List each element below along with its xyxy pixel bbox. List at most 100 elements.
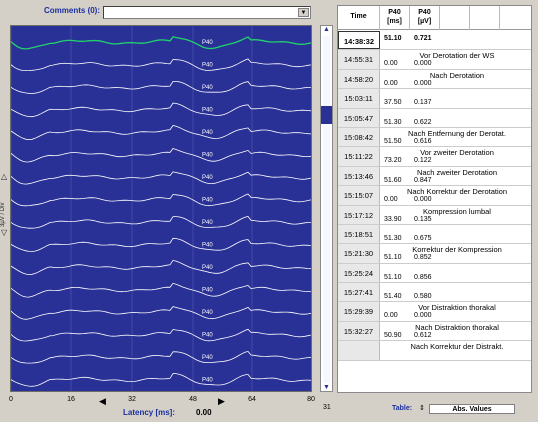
table-row[interactable]: 14:58:20 Nach Derotation 0.00 0.000 [338,69,531,90]
table-row[interactable]: 15:03:11 37.50 0.137 [338,89,531,109]
row-time[interactable]: 15:15:07 [338,186,380,205]
table-row[interactable]: 14:38:32 51.10 0.721 [338,31,531,51]
table-row[interactable]: 15:27:41 51.40 0.580 [338,283,531,303]
row-time[interactable]: 15:21:30 [338,244,380,263]
header-p40-ms[interactable]: P40 [ms] [380,6,410,30]
row-time[interactable]: 15:25:24 [338,263,380,283]
spinner-icon[interactable]: ⇕ [419,404,425,412]
waveform-trace [11,102,311,118]
scroll-thumb[interactable] [321,106,332,124]
table-row[interactable]: 15:25:24 51.10 0.856 [338,263,531,284]
row-p40-ms: 50.90 [384,331,402,339]
scroll-down-icon[interactable]: ▼ [322,384,331,391]
row-comment: Kompression lumbal [423,206,491,216]
peak-marker-label: P40 [202,333,213,339]
row-p40-uv: 0.675 [414,234,432,242]
prev-arrow-icon[interactable]: ◀ [99,396,106,407]
row-p40-ms: 51.50 [384,137,402,145]
table-row[interactable]: 15:21:30 Korrektur der Kompression 51.10 0.… [338,244,531,264]
table-mode-select[interactable]: Abs. Values [429,404,515,414]
waveform-trace [11,171,311,185]
row-p40-uv: 0.000 [414,312,432,320]
table-row[interactable]: 15:08:42 Nach Entfernung der Derotat. 51.5… [338,127,531,148]
row-p40-uv: 0.135 [414,215,432,223]
table-row[interactable]: 15:15:07 Nach Korrektur der Derotation 0.0… [338,186,531,206]
row-p40-uv: 0.000 [414,60,432,68]
peak-marker-label: P40 [202,378,213,384]
row-time[interactable]: 15:13:46 [338,166,380,186]
waveform-trace [11,259,311,275]
row-time[interactable]: 15:03:11 [338,89,380,108]
row-time[interactable]: 15:17:12 [338,205,380,224]
row-p40-uv: 0.856 [414,273,432,281]
waveform-trace [11,148,311,163]
row-comment: Vor Derotation der WS [419,51,495,61]
vertical-scrollbar[interactable]: ▲ ▼ [320,25,333,392]
row-p40-ms: 51.60 [384,176,402,184]
peak-marker-label: P40 [202,265,213,271]
header-p40-uv[interactable]: P40 [µV] [410,6,440,30]
row-time[interactable]: 14:38:32 [338,31,380,50]
row-p40-ms: 51.10 [384,254,402,262]
row-time[interactable]: 15:29:39 [338,302,380,321]
x-tick-label: 48 [189,396,197,403]
waveform-trace [11,58,311,72]
peak-marker-label: P40 [202,153,213,159]
table-label: Table: [392,405,413,412]
peak-marker-label: P40 [202,40,213,46]
table-row[interactable]: Nach Korrektur der Distrakt. [338,341,531,361]
peak-marker-label: P40 [202,108,213,114]
table-row[interactable]: 14:55:31 Vor Derotation der WS 0.00 0.000 [338,50,531,70]
row-comment: Nach Korrektur der Distrakt. [410,342,504,352]
table-row[interactable]: 15:17:12 Kompression lumbal 33.90 0.135 [338,205,531,225]
header-time[interactable]: Time [338,6,380,30]
scroll-track[interactable] [323,36,330,383]
table-row[interactable]: 15:18:51 51.30 0.675 [338,224,531,245]
header-empty-2 [470,6,500,30]
peak-marker-label: P40 [202,310,213,316]
row-p40-ms: 37.50 [384,99,402,107]
waveform-trace [11,36,311,50]
row-time[interactable]: 15:32:27 [338,321,380,341]
row-p40-ms: 51.30 [384,234,402,242]
row-p40-uv: 0.852 [414,254,432,262]
row-p40-uv: 0.000 [414,196,432,204]
row-p40-uv: 0.847 [414,176,432,184]
trace-svg: P40 P40 P40 P40 P40 P40 P40 P40 P40 P40 P40 P40 P40 P… [11,26,311,391]
table-row[interactable]: 15:29:39 Vor Distraktion thorakal 0.00 0.00… [338,302,531,322]
row-time[interactable]: 15:27:41 [338,283,380,302]
row-time[interactable]: 14:55:31 [338,50,380,69]
x-tick-label: 80 [307,396,315,403]
comments-dropdown[interactable]: ▼ [103,6,311,19]
scale-up-icon[interactable]: △ [1,172,7,181]
waveform-trace [11,81,311,94]
row-p40-uv: 0.137 [414,99,432,107]
x-axis-ticks: 0 16 32 48 64 80 [0,396,330,406]
row-p40-ms: 51.40 [384,293,402,301]
row-p40-uv: 0.580 [414,293,432,301]
table-row[interactable]: 15:05:47 51.30 0.622 [338,108,531,128]
row-time[interactable]: 14:58:20 [338,69,380,89]
row-p40-ms: 0.00 [384,60,398,68]
table-row[interactable]: 15:13:46 Nach zweiter Derotation 51.60 0.84… [338,166,531,187]
latency-label: Latency [ms]: [123,408,176,417]
row-time[interactable]: 15:18:51 [338,224,380,244]
next-arrow-icon[interactable]: ▶ [218,396,225,407]
table-row[interactable]: 15:11:22 Vor zweiter Derotation 73.20 0.122 [338,147,531,167]
waveform-trace [11,306,311,320]
row-time[interactable]: 15:08:42 [338,127,380,147]
row-time[interactable]: 15:11:22 [338,147,380,166]
chevron-down-icon[interactable]: ▼ [298,8,309,17]
waveform-trace [11,350,311,364]
scroll-up-icon[interactable]: ▲ [322,26,331,33]
peak-marker-label: P40 [202,130,213,136]
row-time[interactable]: 15:05:47 [338,108,380,127]
row-time[interactable] [338,341,380,360]
x-tick-label: 16 [67,396,75,403]
peak-marker-label: P40 [202,198,213,204]
x-tick-label: 0 [9,396,13,403]
row-p40-ms: 0.00 [384,196,398,204]
table-row[interactable]: 15:32:27 Nach Distraktion thorakal 50.90 0.… [338,321,531,342]
evoked-potential-plot[interactable]: P40 P40 P40 P40 P40 P40 P40 P40 P40 P40 P40 P40 P40 P… [10,25,312,392]
header-empty-1 [440,6,470,30]
